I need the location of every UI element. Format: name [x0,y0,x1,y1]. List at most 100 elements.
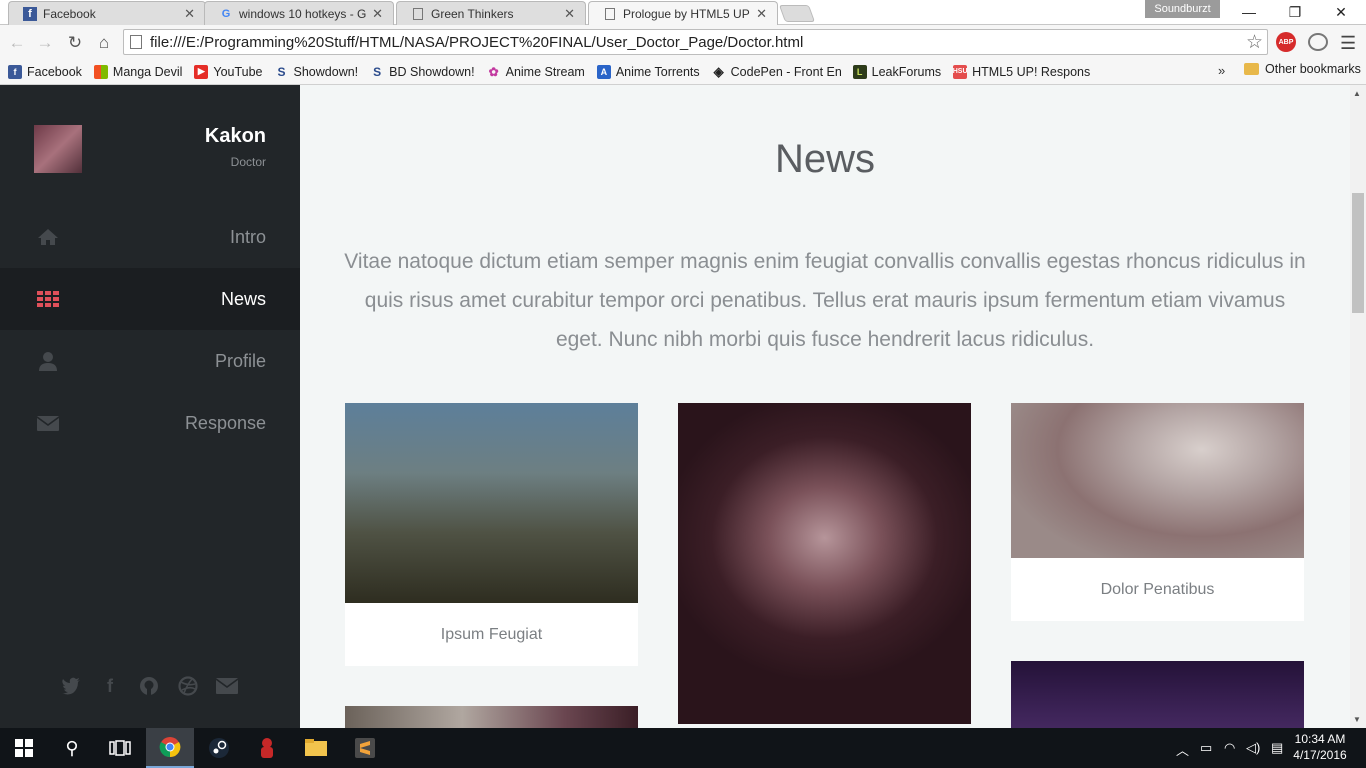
bookmark-label: Manga Devil [112,64,183,79]
tab-google-search[interactable]: G windows 10 hotkeys - Goo ✕ [204,1,394,25]
email-icon[interactable] [216,675,238,697]
close-icon[interactable]: ✕ [184,6,195,22]
card-image[interactable] [345,706,638,728]
bookmark-star-icon[interactable]: ☆ [1246,31,1263,54]
news-card[interactable]: Dolor Penatibus [1011,403,1304,621]
card-image[interactable] [678,403,971,724]
bookmark-youtube[interactable]: ▶ YouTube [194,64,263,79]
notifications-icon[interactable]: ▤ [1271,740,1283,756]
page-icon [603,7,617,21]
card-caption: Dolor Penatibus [1100,580,1215,598]
battery-icon[interactable]: ▭ [1200,740,1212,756]
card-image[interactable] [1011,661,1304,728]
sidebar: Kakon Doctor Intro News Profile Response [0,85,300,728]
bookmark-showdown[interactable]: S Showdown! [275,65,359,79]
twitter-icon[interactable] [60,675,82,697]
nav-item-intro[interactable]: Intro [0,206,300,268]
window-close-icon[interactable]: ✕ [1318,0,1364,24]
reload-icon[interactable]: ↻ [64,32,86,54]
bookmark-bd-showdown[interactable]: S BD Showdown! [370,65,474,79]
wifi-icon[interactable]: ◠ [1224,740,1235,756]
bookmarks-bar: f Facebook Manga Devil ▶ YouTube S Showdown… [0,59,1366,85]
anime-stream-icon: ✿ [488,64,499,79]
user-name: Kakon [204,125,266,147]
card-image[interactable] [1011,403,1304,558]
chrome-taskbar-icon[interactable] [146,728,194,768]
system-clock[interactable]: 10:34 AM 4/17/2016 [1290,731,1350,763]
browser-toolbar: ← → ↻ ⌂ file:///E:/Programming%20Stuff/H… [0,25,1366,59]
close-icon[interactable]: ✕ [564,6,575,22]
page-scrollbar[interactable]: ▲ ▼ [1350,85,1366,728]
windows-taskbar: ⚲ ︿ ▭ ◠ ◁) ▤ 10:34 AM 4/17/2016 [0,728,1366,768]
other-bookmarks[interactable]: Other bookmarks [1244,62,1361,76]
news-card[interactable] [345,706,638,728]
bookmark-label: HTML5 UP! Responsive [972,64,1091,79]
news-card[interactable] [678,403,971,724]
restore-icon[interactable]: ❐ [1272,0,1318,24]
html5up-icon: HSU [953,64,968,79]
github-icon[interactable] [138,675,160,697]
start-button[interactable] [0,728,48,768]
nav-label: Profile [214,350,266,371]
showdown-icon: S [277,64,286,79]
address-bar[interactable]: file:///E:/Programming%20Stuff/HTML/NASA… [123,29,1268,55]
sublime-text-icon[interactable] [341,728,389,768]
bookmark-label: Showdown! [293,64,359,79]
envelope-icon [37,416,59,431]
task-view-icon[interactable] [96,728,144,768]
clock-time: 10:34 AM [1294,732,1346,746]
bookmarks-overflow-icon[interactable]: » [1218,63,1225,78]
new-tab-button[interactable] [778,5,816,22]
back-icon[interactable]: ← [6,32,28,54]
volume-icon[interactable]: ◁) [1246,740,1260,756]
tab-facebook[interactable]: f Facebook ✕ [8,1,206,25]
adblock-icon[interactable]: ABP [1276,32,1296,52]
tab-title: windows 10 hotkeys - Goo [239,6,367,21]
steam-taskbar-icon[interactable] [195,728,243,768]
minimize-icon[interactable]: — [1226,0,1272,24]
bookmark-codepen[interactable]: ◈ CodePen - Front End D [712,64,841,79]
nav-item-response[interactable]: Response [0,392,300,454]
facebook-icon[interactable]: f [99,675,121,697]
nav-label: Response [184,412,266,433]
file-explorer-icon[interactable] [292,728,340,768]
news-card[interactable]: Ipsum Feugiat [345,403,638,666]
news-card[interactable] [1011,661,1304,728]
home-icon[interactable]: ⌂ [93,32,115,54]
bookmark-anime-stream[interactable]: ✿ Anime Stream [487,65,585,79]
nav-item-news[interactable]: News [0,268,300,330]
page-icon [130,35,142,49]
bookmark-label: Anime Stream [505,64,585,79]
scroll-up-icon[interactable]: ▲ [1353,89,1361,98]
dribbble-icon[interactable] [177,675,199,697]
bookmark-label: BD Showdown! [389,64,475,79]
user-role: Doctor [230,155,266,169]
youtube-icon: ▶ [194,64,209,79]
nav-item-profile[interactable]: Profile [0,330,300,392]
menu-icon[interactable]: ☰ [1340,33,1356,54]
bookmark-leakforums[interactable]: L LeakForums [852,64,941,79]
search-icon[interactable]: ⚲ [48,728,96,768]
bookmark-label: YouTube [213,64,263,79]
extension-icon[interactable] [1308,33,1328,51]
tray-chevron-icon[interactable]: ︿ [1176,740,1189,759]
page-icon [411,7,425,21]
nav-label: News [220,288,266,309]
card-image[interactable] [345,403,638,603]
tab-prologue[interactable]: Prologue by HTML5 UP ✕ [588,1,778,25]
bookmark-html5up[interactable]: HSU HTML5 UP! Responsive [953,64,1091,79]
close-icon[interactable]: ✕ [372,6,383,22]
forward-icon[interactable]: → [34,32,56,54]
profile-badge[interactable]: Soundburzt [1145,0,1220,18]
grid-icon [37,291,59,307]
bookmark-manga-devil[interactable]: Manga Devil [93,64,183,79]
scroll-down-icon[interactable]: ▼ [1353,715,1361,724]
close-icon[interactable]: ✕ [756,6,767,22]
bookmark-anime-torrents[interactable]: A Anime Torrents [596,64,700,79]
tab-green-thinkers[interactable]: Green Thinkers ✕ [396,1,586,25]
bookmark-facebook[interactable]: f Facebook [8,64,82,79]
scrollbar-thumb[interactable] [1352,193,1364,313]
url-text[interactable]: file:///E:/Programming%20Stuff/HTML/NASA… [150,34,803,51]
app-taskbar-icon[interactable] [243,728,291,768]
bookmark-label: Anime Torrents [615,64,700,79]
